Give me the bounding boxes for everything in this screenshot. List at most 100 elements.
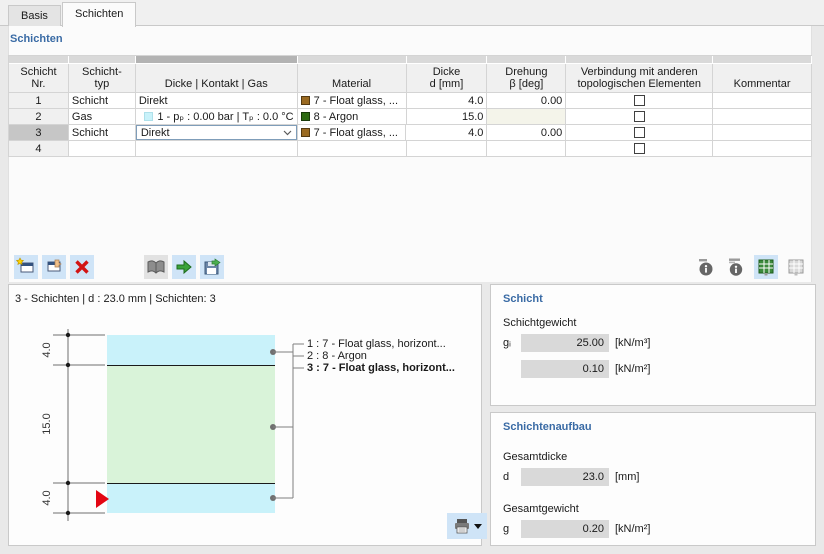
- kommentar-cell[interactable]: [713, 109, 812, 125]
- dicke-cell[interactable]: 4.0: [406, 93, 488, 109]
- preview-layer-1: [107, 335, 275, 365]
- verbindung-checkbox[interactable]: [633, 111, 645, 122]
- selected-column-indicator: [135, 56, 298, 64]
- material-cell[interactable]: 8 - Argon: [297, 109, 407, 125]
- gi-volume-weight-unit: [kN/m³]: [615, 337, 651, 349]
- schicht-panel: Schicht Schichtgewicht gᵢ 25.00 [kN/m³] …: [490, 284, 816, 406]
- dim-label-top: 4.0: [41, 342, 53, 358]
- legend-item-3-selected: 3 : 7 - Float glass, horizont...: [307, 362, 455, 374]
- schichttyp-cell[interactable]: Schicht: [68, 125, 136, 141]
- save-to-library-button[interactable]: [200, 255, 224, 279]
- gas-color-swatch: [144, 112, 154, 121]
- gesamtdicke-label: Gesamtdicke: [503, 451, 568, 463]
- export-all-tables-button[interactable]: [784, 255, 808, 279]
- new-row-icon: [16, 257, 34, 273]
- material-color-swatch: [300, 112, 310, 121]
- schichtenaufbau-panel: Schichtenaufbau Gesamtdicke d 23.0 [mm] …: [490, 412, 816, 546]
- schichtenaufbau-panel-title: Schichtenaufbau: [503, 421, 592, 433]
- structure-info-button[interactable]: [724, 255, 748, 279]
- gesamtdicke-unit: [mm]: [615, 471, 640, 483]
- col-header-schicht-nr[interactable]: Schicht Nr.: [9, 64, 69, 93]
- table-row: 4: [9, 141, 812, 157]
- col-header-schichttyp[interactable]: Schicht-typ: [68, 64, 136, 93]
- row-number[interactable]: 3: [9, 125, 69, 141]
- verbindung-cell[interactable]: [566, 93, 714, 109]
- layer-info-icon: [699, 259, 713, 276]
- verbindung-cell[interactable]: [566, 141, 714, 157]
- tab-bar: Basis Schichten: [0, 0, 824, 27]
- material-cell[interactable]: 7 - Float glass, ...: [297, 93, 407, 109]
- dicke-kontakt-gas-cell[interactable]: 1 - pₚ : 0.00 bar | Tₚ : 0.0 °C: [135, 109, 298, 125]
- tab-schichten[interactable]: Schichten: [62, 2, 137, 27]
- dicke-cell[interactable]: [406, 141, 488, 157]
- schichttyp-cell[interactable]: Schicht: [68, 93, 136, 109]
- g-symbol: g: [503, 523, 510, 535]
- library-button[interactable]: [144, 255, 168, 279]
- gi-volume-weight-field: 25.00: [521, 334, 609, 352]
- drehung-cell[interactable]: 0.00: [487, 125, 567, 141]
- structure-info-icon: [729, 258, 743, 276]
- kommentar-cell[interactable]: [713, 141, 812, 157]
- table-row-selected: 3 Schicht Direkt 7 - Float glass, ... 4.…: [9, 125, 812, 141]
- drehung-cell[interactable]: [487, 141, 567, 157]
- row-number[interactable]: 2: [9, 109, 69, 125]
- row-number[interactable]: 1: [9, 93, 69, 109]
- row-number[interactable]: 4: [9, 141, 69, 157]
- printer-icon: [454, 519, 469, 534]
- legend-item-1: 1 : 7 - Float glass, horizont...: [307, 338, 446, 350]
- material-cell[interactable]: [297, 141, 407, 157]
- material-color-swatch: [300, 96, 310, 105]
- col-header-kommentar[interactable]: Kommentar: [713, 64, 812, 93]
- verbindung-cell[interactable]: [566, 109, 714, 125]
- gi-area-weight-unit: [kN/m²]: [615, 363, 651, 375]
- gesamtgewicht-field: 0.20: [521, 520, 609, 538]
- import-from-library-button[interactable]: [172, 255, 196, 279]
- gesamtgewicht-label: Gesamtgewicht: [503, 503, 579, 515]
- gi-area-weight-field: 0.10: [521, 360, 609, 378]
- material-cell[interactable]: 7 - Float glass, ...: [297, 125, 407, 141]
- d-symbol: d: [503, 471, 510, 483]
- layer-info-button[interactable]: [694, 255, 718, 279]
- legend-item-2: 2 : 8 - Argon: [307, 350, 367, 362]
- preview-layer-3: [107, 483, 275, 513]
- verbindung-checkbox[interactable]: [633, 95, 645, 106]
- col-header-material[interactable]: Material: [297, 64, 407, 93]
- chevron-down-icon: [283, 130, 292, 135]
- dicke-cell[interactable]: 15.0: [406, 109, 488, 125]
- table-header-row: Schicht Nr. Schicht-typ Dicke | Kontakt |…: [9, 64, 812, 93]
- col-header-verbindung[interactable]: Verbindung mit anderen topologischen Elem…: [566, 64, 714, 93]
- export-table-icon: [758, 259, 774, 276]
- kommentar-cell[interactable]: [713, 125, 812, 141]
- new-row-button[interactable]: [14, 255, 38, 279]
- tab-basis[interactable]: Basis: [8, 5, 61, 26]
- dicke-kontakt-gas-cell[interactable]: [135, 141, 298, 157]
- save-icon: [204, 258, 221, 275]
- layers-dialog: Basis Schichten Schichten Schicht Nr. Sch…: [0, 0, 824, 554]
- col-header-dicke-kontakt-gas[interactable]: Dicke | Kontakt | Gas: [135, 64, 298, 93]
- col-header-dicke[interactable]: Dicke d [mm]: [406, 64, 488, 93]
- dicke-kontakt-gas-cell: Direkt: [135, 125, 298, 141]
- schichttyp-cell[interactable]: [68, 141, 136, 157]
- delete-icon: [75, 260, 89, 274]
- verbindung-cell[interactable]: [566, 125, 714, 141]
- insert-row-icon: [47, 259, 62, 272]
- delete-row-button[interactable]: [70, 255, 94, 279]
- print-button[interactable]: [447, 513, 487, 539]
- verbindung-checkbox[interactable]: [633, 127, 645, 138]
- library-book-icon: [147, 260, 165, 274]
- kommentar-cell[interactable]: [713, 93, 812, 109]
- export-table-button[interactable]: [754, 255, 778, 279]
- verbindung-checkbox[interactable]: [633, 143, 645, 154]
- dim-label-bottom: 4.0: [41, 490, 53, 506]
- drehung-cell[interactable]: 0.00: [487, 93, 567, 109]
- section-title: Schichten: [10, 33, 63, 45]
- schichttyp-cell[interactable]: Gas: [68, 109, 136, 125]
- table-row: 1 Schicht Direkt 7 - Float glass, ... 4.…: [9, 93, 812, 109]
- dicke-cell[interactable]: 4.0: [406, 125, 488, 141]
- insert-row-button[interactable]: [42, 255, 66, 279]
- col-header-drehung[interactable]: Drehung β [deg]: [487, 64, 567, 93]
- dicke-kontakt-gas-cell[interactable]: Direkt: [135, 93, 298, 109]
- dim-label-middle: 15.0: [41, 413, 53, 435]
- kontakt-dropdown[interactable]: Direkt: [135, 125, 297, 140]
- print-options-caret: [473, 523, 482, 529]
